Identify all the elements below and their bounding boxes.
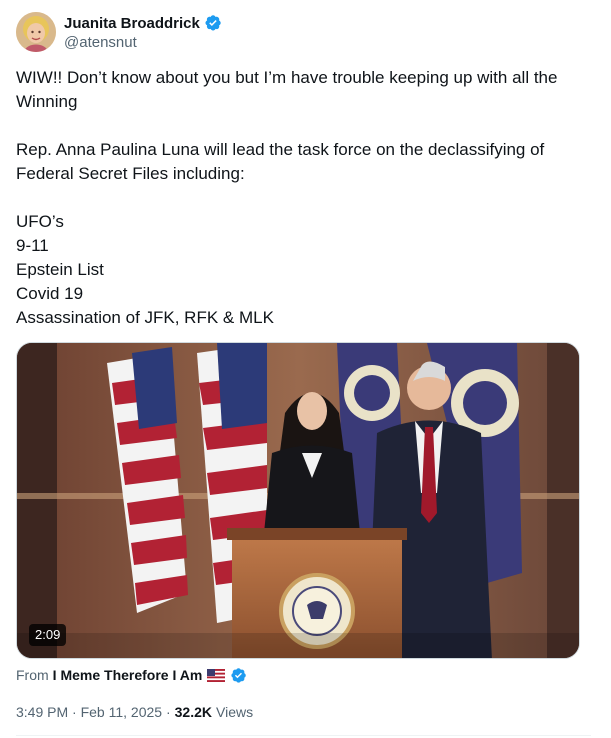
tweet-line: Covid 19 — [16, 284, 84, 303]
meta-separator: · — [68, 704, 81, 720]
us-flag-icon — [207, 668, 226, 682]
tweet-line: Epstein List — [16, 260, 104, 279]
tweet-line: UFO’s — [16, 212, 64, 231]
tweet-line: Assassination of JFK, RFK & MLK — [16, 308, 274, 327]
views-count: 32.2K — [174, 704, 212, 720]
avatar[interactable] — [16, 12, 56, 52]
author-handle[interactable]: @atensnut — [64, 34, 222, 51]
views-label: Views — [216, 704, 254, 720]
tweet-time[interactable]: 3:49 PM — [16, 704, 68, 720]
video-player[interactable]: 2:09 — [16, 342, 580, 659]
verified-badge-icon — [205, 15, 221, 31]
author-display-name[interactable]: Juanita Broaddrick — [64, 15, 200, 32]
tweet-text: WIW!! Don’t know about you but I’m have … — [16, 66, 591, 330]
author-names: Juanita Broaddrick @atensnut — [64, 13, 222, 51]
video-duration: 2:09 — [29, 624, 67, 646]
source-prefix: From — [16, 667, 49, 683]
source-verified-badge-icon — [231, 667, 247, 683]
tweet: Juanita Broaddrick @atensnut WIW!! Don’t… — [0, 0, 611, 738]
tweet-line: Rep. Anna Paulina Luna will lead the tas… — [16, 140, 545, 183]
meta-separator: · — [162, 704, 171, 720]
tweet-line: 9-11 — [16, 236, 49, 255]
divider — [16, 735, 591, 736]
tweet-date[interactable]: Feb 11, 2025 — [81, 704, 162, 720]
tweet-meta: 3:49 PM · Feb 11, 2025 · 32.2K Views — [16, 702, 253, 722]
video-thumbnail — [17, 343, 579, 658]
source-account-link[interactable]: I Meme Therefore I Am — [53, 667, 203, 683]
tweet-header: Juanita Broaddrick @atensnut — [16, 12, 576, 56]
media-source-row: From I Meme Therefore I Am — [16, 665, 247, 685]
avatar-image — [16, 12, 56, 52]
tweet-line: WIW!! Don’t know about you but I’m have … — [16, 68, 558, 111]
